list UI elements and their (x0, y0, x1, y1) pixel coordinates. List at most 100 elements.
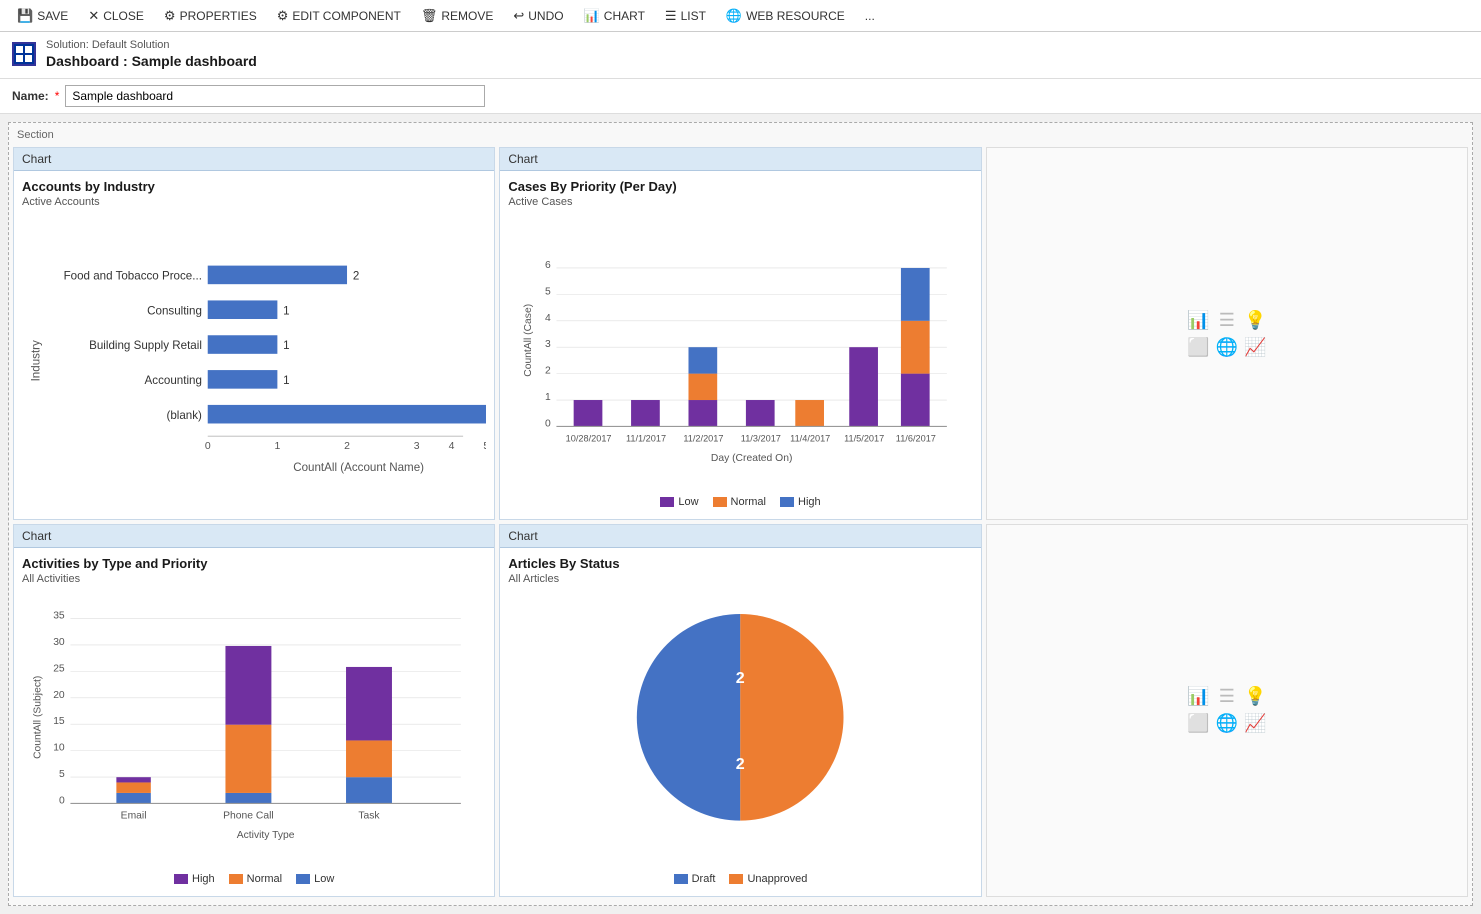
svg-text:11/5/2017: 11/5/2017 (844, 434, 884, 444)
svg-text:(blank): (blank) (166, 409, 202, 422)
required-marker: * (55, 89, 60, 103)
svg-text:4: 4 (449, 442, 455, 453)
globe-icon[interactable]: 🌐 (1216, 337, 1238, 358)
chart-accounts-by-industry: Chart Accounts by Industry Active Accoun… (13, 147, 495, 520)
legend-label-high-act: High (192, 873, 215, 885)
svg-text:2: 2 (344, 442, 350, 453)
name-label: Name: (12, 89, 49, 103)
svg-text:2: 2 (736, 669, 745, 687)
legend-color-draft (674, 874, 688, 884)
legend-color-low (660, 497, 674, 507)
chart-body-bottom-left: Activities by Type and Priority All Acti… (14, 548, 494, 893)
undo-button[interactable]: ↩ UNDO (504, 4, 572, 28)
chart-cell-empty-bottom-right: 📊 ☰ 💡 ⬜ 🌐 📈 (986, 524, 1468, 897)
bar-chart-icon[interactable]: 📊 (1187, 310, 1209, 331)
legend-label-unapproved: Unapproved (747, 873, 807, 885)
chart-articles-by-status: Chart Articles By Status All Articles 2 … (499, 524, 981, 897)
list-icon-empty-2[interactable]: ☰ (1216, 686, 1238, 707)
header-icon (12, 42, 36, 66)
legend-color-high (780, 497, 794, 507)
svg-text:5: 5 (483, 442, 486, 453)
section-container: Section Chart Accounts by Industry Activ… (8, 122, 1473, 905)
svg-text:30: 30 (53, 637, 65, 648)
bulb-icon-2[interactable]: 💡 (1244, 686, 1266, 707)
svg-text:11/1/2017: 11/1/2017 (626, 434, 666, 444)
line-chart-icon-2[interactable]: 📈 (1244, 713, 1266, 734)
properties-icon: ⚙ (164, 8, 176, 24)
svg-text:0: 0 (545, 419, 551, 430)
square-icon-2[interactable]: ⬜ (1187, 713, 1209, 734)
svg-text:0: 0 (205, 442, 211, 453)
edit-component-button[interactable]: ⚙ EDIT COMPONENT (268, 4, 410, 28)
chart-subtitle-accounts: Active Accounts (22, 196, 486, 208)
close-icon: ✕ (88, 8, 99, 24)
svg-text:6: 6 (545, 260, 551, 271)
header-solution: Solution: Default Solution (46, 38, 257, 52)
list-button[interactable]: ☰ LIST (656, 4, 715, 28)
bulb-icon[interactable]: 💡 (1244, 310, 1266, 331)
svg-text:Phone Call: Phone Call (223, 810, 274, 821)
legend-color-low-act (296, 874, 310, 884)
save-icon: 💾 (17, 8, 33, 24)
articles-chart-svg: 2 2 (508, 591, 972, 867)
legend-color-normal (713, 497, 727, 507)
chart-title-activities: Activities by Type and Priority (22, 556, 486, 571)
chart-header-top-left: Chart (14, 148, 494, 171)
legend-color-normal-act (229, 874, 243, 884)
accounts-chart-svg: Industry Food and Tobacco Proce... 2 Con… (22, 214, 486, 508)
svg-text:5: 5 (59, 769, 65, 780)
square-icon[interactable]: ⬜ (1187, 337, 1209, 358)
legend-normal: Normal (713, 496, 766, 508)
legend-label-draft: Draft (692, 873, 716, 885)
legend-label-low: Low (678, 496, 698, 508)
activities-chart-svg: CountAll (Subject) 0 5 10 15 20 25 30 35 (22, 591, 486, 867)
chart-button[interactable]: 📊 CHART (575, 4, 654, 28)
globe-icon-2[interactable]: 🌐 (1216, 713, 1238, 734)
web-resource-button[interactable]: 🌐 WEB RESOURCE (717, 4, 854, 28)
svg-text:0: 0 (59, 796, 65, 807)
close-button[interactable]: ✕ CLOSE (79, 4, 153, 28)
more-button[interactable]: ... (856, 5, 884, 27)
svg-text:10: 10 (53, 743, 65, 754)
legend-label-low-act: Low (314, 873, 334, 885)
svg-text:11/2/2017: 11/2/2017 (684, 434, 724, 444)
legend-normal-act: Normal (229, 873, 282, 885)
svg-text:2: 2 (353, 270, 359, 283)
svg-text:15: 15 (53, 716, 65, 727)
edit-component-icon: ⚙ (277, 8, 289, 24)
svg-text:1: 1 (283, 340, 289, 353)
svg-text:2: 2 (736, 755, 745, 773)
chart-header-bottom-middle: Chart (500, 525, 980, 548)
save-button[interactable]: 💾 SAVE (8, 4, 77, 28)
top-grid-row: Chart Accounts by Industry Active Accoun… (13, 147, 1468, 520)
svg-text:Building Supply Retail: Building Supply Retail (89, 340, 202, 353)
svg-text:35: 35 (53, 611, 65, 622)
list-icon-empty[interactable]: ☰ (1216, 310, 1238, 331)
svg-text:11/4/2017: 11/4/2017 (790, 434, 830, 444)
svg-text:1: 1 (545, 393, 551, 404)
svg-text:3: 3 (414, 442, 420, 453)
bottom-grid-row: Chart Activities by Type and Priority Al… (13, 524, 1468, 897)
undo-icon: ↩ (513, 8, 524, 24)
toolbar: 💾 SAVE ✕ CLOSE ⚙ PROPERTIES ⚙ EDIT COMPO… (0, 0, 1481, 32)
svg-text:Consulting: Consulting (147, 305, 202, 318)
line-chart-icon[interactable]: 📈 (1244, 337, 1266, 358)
remove-icon: 🗑 (421, 8, 438, 24)
legend-label-high: High (798, 496, 821, 508)
remove-button[interactable]: 🗑 REMOVE (412, 4, 503, 28)
legend-high-act: High (174, 873, 215, 885)
svg-text:4: 4 (545, 313, 551, 324)
cases-chart-svg: CountAll (Case) 0 1 2 3 4 5 6 (508, 214, 972, 490)
svg-text:CountAll (Case): CountAll (Case) (524, 304, 535, 377)
svg-text:20: 20 (53, 690, 65, 701)
name-row: Name: * (0, 79, 1481, 114)
svg-text:CountAll (Subject): CountAll (Subject) (33, 676, 44, 759)
svg-text:Day (Created On): Day (Created On) (711, 453, 793, 464)
name-input[interactable] (65, 85, 485, 107)
svg-text:Accounting: Accounting (145, 374, 202, 387)
svg-text:11/3/2017: 11/3/2017 (741, 434, 781, 444)
properties-button[interactable]: ⚙ PROPERTIES (155, 4, 266, 28)
svg-text:5: 5 (545, 287, 551, 298)
main-area: Section Chart Accounts by Industry Activ… (0, 114, 1481, 913)
bar-chart-icon-2[interactable]: 📊 (1187, 686, 1209, 707)
